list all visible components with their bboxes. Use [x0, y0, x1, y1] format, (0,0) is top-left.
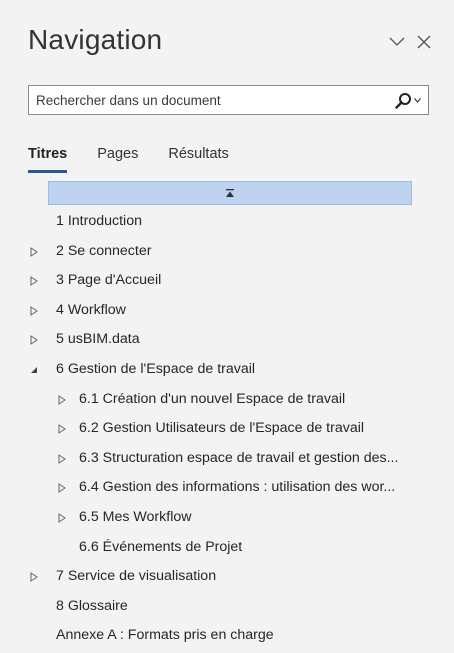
tree-item-label: Annexe A : Formats pris en charge — [56, 627, 274, 644]
expand-arrow-icon[interactable] — [57, 394, 67, 405]
tree-item[interactable]: 6.5 Mes Workflow — [0, 504, 454, 532]
tree-item[interactable]: 6 Gestion de l'Espace de travail — [0, 356, 454, 384]
tree-item-label: 4 Workflow — [56, 301, 126, 318]
tab-pages[interactable]: Pages — [97, 144, 138, 172]
tree-item[interactable]: 6.3 Structuration espace de travail et g… — [0, 445, 454, 473]
tree-item-label: 8 Glossaire — [56, 597, 128, 614]
tree-item[interactable]: 2 Se connecter — [0, 238, 454, 266]
tree-item-label: 3 Page d'Accueil — [56, 272, 162, 289]
tree-item-label: 2 Se connecter — [56, 242, 152, 259]
collapse-up-icon — [226, 188, 234, 197]
tree-item[interactable]: 5 usBIM.data — [0, 326, 454, 354]
tab-resultats[interactable]: Résultats — [168, 144, 228, 172]
tree-item-label: 1 Introduction — [56, 213, 142, 229]
chevron-down-icon — [389, 37, 405, 46]
tree-item-label: 6.6 Événements de Projet — [79, 538, 243, 555]
search-button[interactable] — [388, 86, 428, 114]
tab-titres[interactable]: Titres — [28, 144, 68, 173]
search-options-chevron-icon — [414, 97, 421, 103]
tree-item[interactable]: 6.4 Gestion des informations : utilisati… — [0, 474, 454, 502]
navigation-pane: Navigation Titres Pages Résultats — [0, 0, 454, 653]
expand-arrow-icon[interactable] — [29, 572, 39, 583]
tree-item-label: 5 usBIM.data — [56, 331, 140, 348]
search-input[interactable] — [29, 86, 388, 114]
tree-item[interactable]: 6.1 Création d'un nouvel Espace de trava… — [0, 386, 454, 414]
tree-item-label: 6.2 Gestion Utilisateurs de l'Espace de … — [79, 420, 365, 437]
tree-item[interactable]: 7 Service de visualisation — [0, 563, 454, 591]
expand-arrow-icon[interactable] — [57, 453, 67, 464]
expand-arrow-icon[interactable] — [29, 246, 39, 257]
close-icon — [417, 35, 431, 49]
close-pane-button[interactable] — [412, 30, 436, 54]
collapse-all-bar[interactable] — [48, 181, 412, 205]
tree-item-label: 6.5 Mes Workflow — [79, 509, 192, 525]
expand-arrow-icon[interactable] — [57, 483, 67, 494]
expand-arrow-icon[interactable] — [29, 276, 39, 287]
pane-options-button[interactable] — [385, 30, 409, 54]
tree-item[interactable]: 4 Workflow — [0, 297, 454, 325]
tree-item-label: 6.3 Structuration espace de travail et g… — [79, 449, 399, 466]
tree-item-label: 6.1 Création d'un nouvel Espace de trava… — [79, 390, 346, 407]
expand-arrow-icon[interactable] — [29, 335, 39, 346]
search-box — [28, 85, 429, 115]
tab-bar: Titres Pages Résultats — [28, 144, 259, 178]
tree-item-label: 6.4 Gestion des informations : utilisati… — [79, 479, 396, 496]
search-icon — [395, 92, 411, 109]
collapse-arrow-icon[interactable] — [29, 365, 39, 375]
tree-item[interactable]: Annexe A : Formats pris en charge — [0, 622, 454, 650]
tree-item[interactable]: 3 Page d'Accueil — [0, 267, 454, 295]
tree-item[interactable]: 6.2 Gestion Utilisateurs de l'Espace de … — [0, 415, 454, 443]
expand-arrow-icon[interactable] — [29, 305, 39, 316]
tree-item[interactable]: 8 Glossaire — [0, 593, 454, 621]
expand-arrow-icon[interactable] — [57, 513, 67, 523]
tree-item-label: 7 Service de visualisation — [56, 568, 217, 585]
tree-item-label: 6 Gestion de l'Espace de travail — [56, 361, 256, 377]
tree-item[interactable]: 6.6 Événements de Projet — [0, 534, 454, 562]
expand-arrow-icon[interactable] — [57, 424, 67, 435]
tree-item[interactable]: 1 Introduction — [0, 208, 454, 236]
pane-title: Navigation — [28, 24, 163, 55]
